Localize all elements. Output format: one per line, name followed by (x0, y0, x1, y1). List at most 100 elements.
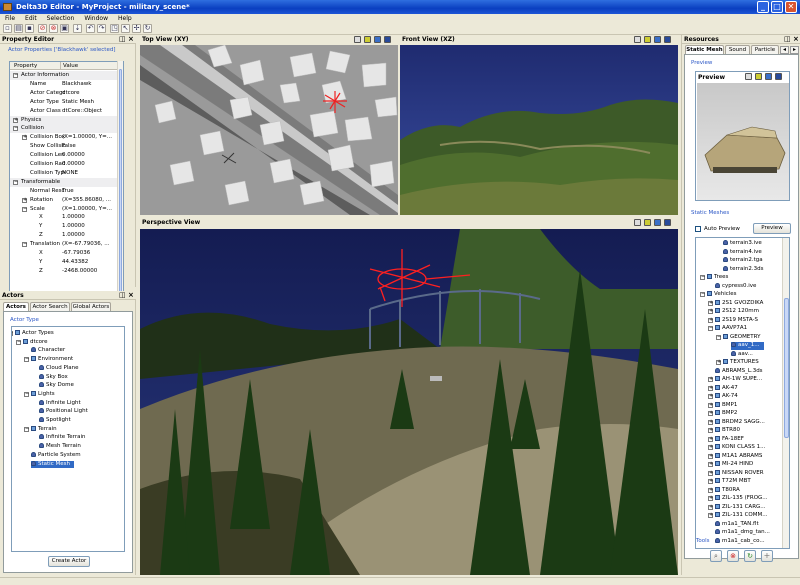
search-icon[interactable]: ⌕ (710, 550, 722, 562)
tree-item[interactable]: Cloud Plane (39, 364, 79, 373)
menu-edit[interactable]: Edit (20, 14, 42, 23)
float-icon[interactable]: ◫ (119, 291, 126, 299)
export-icon[interactable]: ▣ (60, 24, 69, 33)
expand-toggle-icon[interactable]: + (708, 436, 713, 442)
property-row[interactable]: − Collision (10, 124, 123, 134)
property-value[interactable]: dtcore (62, 89, 123, 98)
tree-item[interactable]: m1a1_dmg_tan... (715, 529, 770, 537)
property-row[interactable]: X 1.00000 (10, 213, 123, 222)
add-resource-icon[interactable]: + (761, 550, 773, 562)
tree-item[interactable]: +2S1 GVOZDIKA (708, 299, 763, 308)
tree-item[interactable]: Infinite Light (39, 399, 81, 408)
property-row[interactable]: Actor Class dtCore::Object (10, 107, 123, 116)
tree-item[interactable]: aav... (731, 350, 753, 359)
property-row[interactable]: − Translation (X=-67.79036, ... (10, 240, 123, 249)
property-row[interactable]: Collision Type NONE (10, 169, 123, 178)
menu-window[interactable]: Window (79, 14, 113, 23)
expand-toggle-icon[interactable]: − (22, 206, 27, 212)
view-options-icon[interactable] (354, 36, 361, 43)
expand-toggle-icon[interactable]: + (13, 117, 18, 123)
expand-toggle-icon[interactable]: + (708, 513, 713, 518)
save-icon[interactable]: ▪ (25, 24, 34, 33)
panel-close-icon[interactable]: × (793, 35, 799, 43)
tree-item[interactable]: + TEXTURES (716, 359, 759, 367)
float-icon[interactable]: ◫ (119, 35, 126, 43)
textured-icon[interactable] (765, 73, 772, 80)
tree-item[interactable]: Character (31, 347, 65, 355)
expand-toggle-icon[interactable]: − (24, 357, 29, 363)
property-row[interactable]: − Actor Information (10, 71, 123, 80)
tree-item[interactable]: Positional Light (39, 408, 88, 416)
property-value[interactable]: -2468.00000 (62, 267, 123, 276)
tree-item[interactable]: + BTR80 (708, 427, 740, 435)
tab-particle[interactable]: Particle (751, 45, 779, 54)
undo-icon[interactable]: ↶ (86, 24, 95, 33)
refresh-icon[interactable]: ↻ (744, 550, 756, 562)
tree-item[interactable]: − Actor Types (12, 330, 54, 338)
tree-item[interactable]: + T80RA (708, 486, 740, 495)
tree-item[interactable]: − Terrain (24, 425, 57, 434)
redo-icon[interactable]: ↷ (97, 24, 106, 33)
static-mesh-scroll-thumb[interactable] (784, 298, 789, 438)
static-mesh-scrollbar[interactable] (782, 238, 789, 548)
tree-item[interactable]: + M1A1 ABRAMS (708, 452, 762, 461)
expand-toggle-icon[interactable]: − (24, 426, 29, 432)
menu-file[interactable]: File (0, 14, 20, 23)
property-value[interactable]: 0.00000 (62, 160, 123, 169)
tree-item[interactable]: + BRDM2 SAGG... (708, 418, 765, 427)
property-value[interactable]: NONE (62, 169, 123, 178)
rotate-icon[interactable]: ↻ (143, 24, 152, 33)
expand-toggle-icon[interactable]: − (13, 73, 18, 78)
expand-toggle-icon[interactable]: + (708, 394, 713, 399)
property-value[interactable]: (X=1.00000, Y=... (62, 205, 123, 214)
expand-toggle-icon[interactable]: − (12, 331, 13, 336)
expand-toggle-icon[interactable]: + (708, 496, 713, 501)
select-icon[interactable]: ↖ (121, 24, 130, 33)
expand-toggle-icon[interactable]: + (708, 419, 713, 425)
property-row[interactable]: Collision Radius0.00000 (10, 160, 123, 169)
expand-toggle-icon[interactable]: + (708, 411, 713, 416)
tab-scroll-right[interactable]: ▸ (790, 46, 799, 54)
wireframe-icon[interactable] (644, 36, 651, 43)
open-icon[interactable]: ▤ (14, 24, 23, 33)
expand-toggle-icon[interactable]: + (708, 377, 713, 382)
tree-item[interactable]: − Trees (700, 274, 728, 282)
tab-sound[interactable]: Sound (725, 45, 750, 54)
tab-actor-search[interactable]: Actor Search (30, 302, 70, 311)
tab-actors[interactable]: Actors (3, 302, 29, 311)
tab-static-mesh[interactable]: Static Mesh (685, 45, 724, 54)
wireframe-icon[interactable] (755, 73, 762, 80)
view-options-icon[interactable] (634, 219, 641, 226)
property-row[interactable]: Actor Categorydtcore (10, 89, 123, 98)
expand-toggle-icon[interactable]: − (13, 179, 18, 185)
property-value[interactable]: (X=-67.79036, ... (62, 240, 123, 249)
tree-item[interactable]: + AH-1W SUPE... (708, 376, 762, 384)
property-value[interactable]: True (62, 187, 123, 196)
tree-item[interactable]: terrain2.tga (723, 257, 763, 265)
tab-scroll-left[interactable]: ◂ (780, 46, 789, 54)
camera-icon[interactable]: ◳ (110, 24, 119, 33)
property-value[interactable]: 44.43382 (62, 258, 123, 267)
expand-toggle-icon[interactable]: + (708, 385, 713, 391)
float-icon[interactable]: ◫ (784, 35, 791, 43)
wireframe-icon[interactable] (644, 219, 651, 226)
tree-item[interactable]: aav_1... (731, 342, 764, 350)
expand-toggle-icon[interactable]: + (708, 309, 713, 314)
tree-item[interactable]: terrain2.3ds (723, 265, 763, 274)
property-value[interactable]: (X=355.86080, ... (62, 196, 123, 205)
tree-item[interactable]: + ZIL-135 (FROG... (708, 495, 768, 503)
property-value[interactable]: Blackhawk (62, 80, 123, 89)
tree-item[interactable]: + KONI CLASS 1... (708, 444, 765, 452)
property-row[interactable]: − Transformable (10, 177, 123, 187)
property-row[interactable]: Z -2468.00000 (10, 267, 123, 276)
expand-toggle-icon[interactable]: − (700, 292, 705, 297)
close-button[interactable]: ✕ (785, 1, 797, 13)
tree-item[interactable]: Static Mesh (31, 460, 74, 468)
shaded-icon[interactable] (664, 219, 671, 226)
expand-toggle-icon[interactable]: − (22, 242, 27, 248)
tree-item[interactable]: − AAVP7A1 (708, 325, 747, 333)
perspective-viewport[interactable] (140, 229, 678, 575)
view-options-icon[interactable] (634, 36, 641, 43)
property-row[interactable]: Z 1.00000 (10, 231, 123, 240)
tree-item[interactable]: − Environment (24, 356, 73, 364)
